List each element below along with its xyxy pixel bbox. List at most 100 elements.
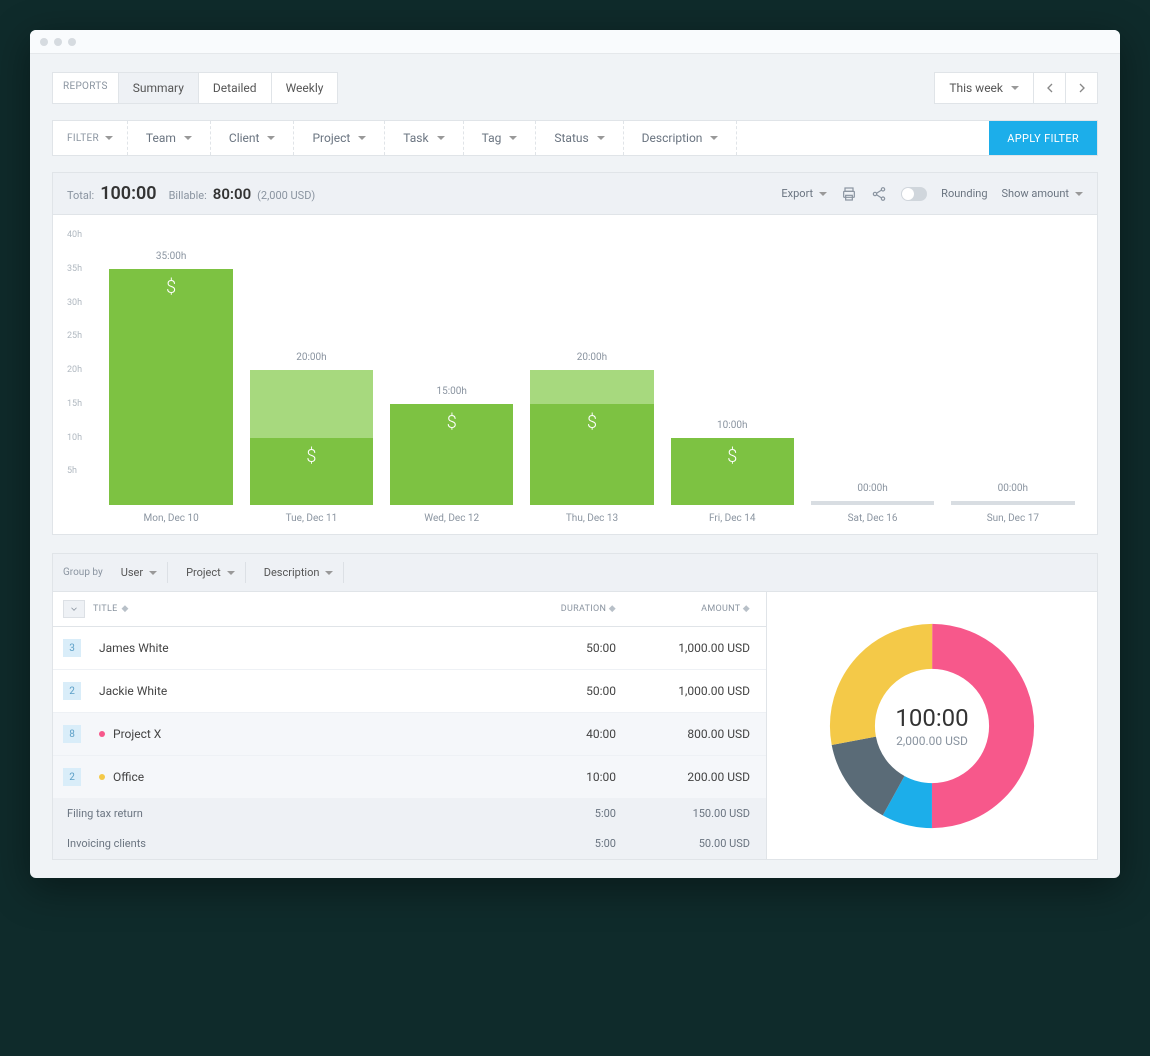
print-button[interactable] xyxy=(841,186,857,202)
sort-icon: ◆ xyxy=(609,604,616,614)
dollar-icon: $ xyxy=(390,412,513,433)
date-range-value: This week xyxy=(949,81,1003,95)
filter-client[interactable]: Client xyxy=(211,121,295,155)
rounding-toggle[interactable] xyxy=(901,187,927,201)
bar-segment-billable: $ xyxy=(671,438,794,506)
group-by-user[interactable]: User xyxy=(111,562,168,583)
filter-project[interactable]: Project xyxy=(294,121,385,155)
filter-label[interactable]: FILTER xyxy=(53,121,128,155)
report-tabs: REPORTS SummaryDetailedWeekly xyxy=(52,72,338,104)
chevron-down-icon xyxy=(325,571,333,575)
date-range-select[interactable]: This week xyxy=(934,72,1034,104)
bar-segment-billable: $ xyxy=(109,269,232,505)
table-row[interactable]: Filing tax return5:00150.00 USD xyxy=(53,799,766,829)
filter-team[interactable]: Team xyxy=(128,121,211,155)
y-tick: 5h xyxy=(67,466,77,476)
hours-chart: 5h10h15h20h25h30h35h40h35:00h$20:00h$15:… xyxy=(53,215,1097,534)
chevron-down-icon xyxy=(437,136,445,140)
chevron-down-icon xyxy=(69,604,79,614)
bar-column: 00:00h xyxy=(802,235,942,505)
share-button[interactable] xyxy=(871,186,887,202)
bar-segment-nonbillable xyxy=(250,370,373,438)
apply-filter-button[interactable]: APPLY FILTER xyxy=(989,121,1097,155)
table-row[interactable]: 8Project X40:00800.00 USD xyxy=(53,713,766,756)
tab-weekly[interactable]: Weekly xyxy=(272,73,338,103)
col-duration[interactable]: DURATION ◆ xyxy=(496,604,616,614)
billable-amount: (2,000 USD) xyxy=(257,189,315,202)
y-tick: 35h xyxy=(67,264,82,274)
filter-description[interactable]: Description xyxy=(624,121,738,155)
chevron-down-icon xyxy=(597,136,605,140)
table-row[interactable]: 2Jackie White50:001,000.00 USD xyxy=(53,670,766,713)
y-tick: 25h xyxy=(67,331,82,341)
date-prev-button[interactable] xyxy=(1034,72,1066,104)
share-icon xyxy=(871,186,887,202)
count-badge: 8 xyxy=(63,725,81,743)
chevron-down-icon xyxy=(1011,86,1019,90)
dollar-icon: $ xyxy=(250,446,373,467)
filter-tag[interactable]: Tag xyxy=(464,121,537,155)
export-dropdown[interactable]: Export xyxy=(781,187,827,200)
filter-bar: FILTER TeamClientProjectTaskTagStatusDes… xyxy=(52,120,1098,156)
chevron-down-icon xyxy=(267,136,275,140)
window-dot xyxy=(54,38,62,46)
project-color-dot xyxy=(99,774,105,780)
dollar-icon: $ xyxy=(109,277,232,298)
table-row[interactable]: 2Office10:00200.00 USD xyxy=(53,756,766,799)
bar-label: 00:00h xyxy=(811,483,934,494)
x-tick: Mon, Dec 10 xyxy=(101,513,241,524)
x-tick: Wed, Dec 12 xyxy=(382,513,522,524)
count-badge: 2 xyxy=(63,682,81,700)
billable-hours: 80:00 xyxy=(213,185,251,203)
x-tick: Tue, Dec 11 xyxy=(241,513,381,524)
y-tick: 20h xyxy=(67,365,82,375)
donut-chart: 100:00 2,000.00 USD xyxy=(767,592,1097,859)
col-title[interactable]: TITLE◆ xyxy=(93,604,496,614)
count-badge: 2 xyxy=(63,768,81,786)
x-tick: Fri, Dec 14 xyxy=(662,513,802,524)
y-tick: 30h xyxy=(67,298,82,308)
y-tick: 40h xyxy=(67,230,82,240)
tab-summary[interactable]: Summary xyxy=(119,73,199,103)
show-amount-dropdown[interactable]: Show amount xyxy=(1002,187,1084,200)
chevron-down-icon xyxy=(149,571,157,575)
date-next-button[interactable] xyxy=(1066,72,1098,104)
bar-segment-billable: $ xyxy=(530,404,653,505)
col-amount[interactable]: AMOUNT ◆ xyxy=(616,604,756,614)
table-row[interactable]: 3James White50:001,000.00 USD xyxy=(53,627,766,670)
group-by-description[interactable]: Description xyxy=(254,562,345,583)
bar-column: 35:00h$ xyxy=(101,235,241,505)
chevron-down-icon xyxy=(227,571,235,575)
bar-label: 10:00h xyxy=(671,420,794,431)
dollar-icon: $ xyxy=(671,446,794,467)
chevron-left-icon xyxy=(1042,80,1058,96)
x-tick: Sat, Dec 16 xyxy=(802,513,942,524)
tabs-label: REPORTS xyxy=(53,73,119,103)
y-tick: 15h xyxy=(67,399,82,409)
bar-segment-billable: $ xyxy=(250,438,373,506)
table-row[interactable]: Invoicing clients5:0050.00 USD xyxy=(53,829,766,859)
group-by-project[interactable]: Project xyxy=(176,562,246,583)
x-tick: Thu, Dec 13 xyxy=(522,513,662,524)
print-icon xyxy=(841,186,857,202)
y-tick: 10h xyxy=(67,433,82,443)
filter-task[interactable]: Task xyxy=(385,121,463,155)
sort-icon: ◆ xyxy=(122,604,129,614)
tab-detailed[interactable]: Detailed xyxy=(199,73,272,103)
chevron-down-icon xyxy=(509,136,517,140)
expand-all-button[interactable] xyxy=(63,600,85,618)
window-dot xyxy=(68,38,76,46)
dollar-icon: $ xyxy=(530,412,653,433)
chevron-right-icon xyxy=(1074,80,1090,96)
x-tick: Sun, Dec 17 xyxy=(943,513,1083,524)
chevron-down-icon xyxy=(1075,192,1083,196)
filter-status[interactable]: Status xyxy=(536,121,623,155)
project-color-dot xyxy=(99,731,105,737)
donut-total: 100:00 xyxy=(895,704,968,732)
bar-segment-billable: $ xyxy=(390,404,513,505)
summary-stats: Total: 100:00 Billable: 80:00 (2,000 USD… xyxy=(67,183,315,204)
chevron-down-icon xyxy=(710,136,718,140)
summary-panel: Total: 100:00 Billable: 80:00 (2,000 USD… xyxy=(52,172,1098,535)
window-dot xyxy=(40,38,48,46)
bar-label: 20:00h xyxy=(250,352,373,363)
